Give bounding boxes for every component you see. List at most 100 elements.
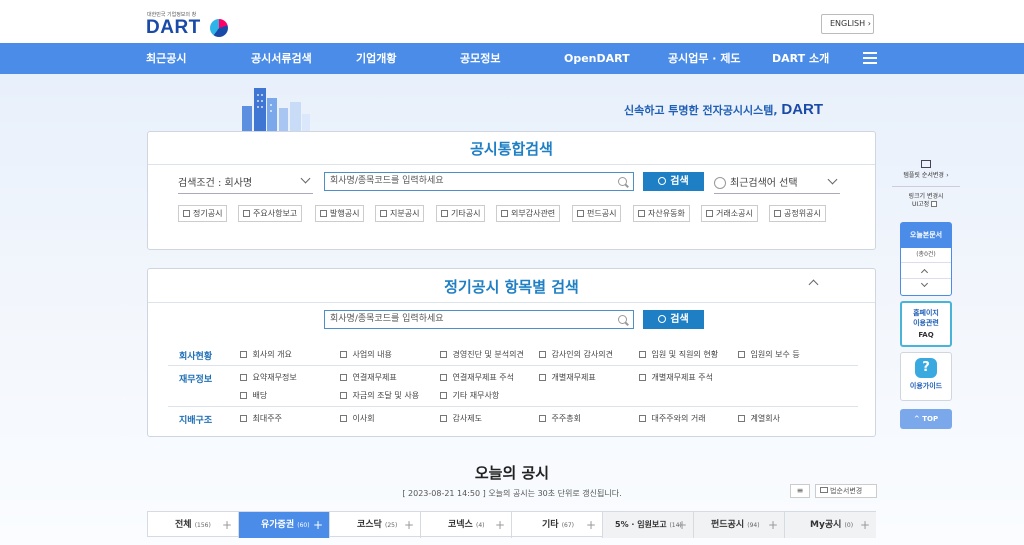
item-company-overview[interactable]: 회사의 개요 bbox=[240, 349, 292, 360]
item-consolidated[interactable]: 연결재무제표 bbox=[340, 372, 397, 383]
divider bbox=[168, 365, 858, 366]
item-funding[interactable]: 자금의 조달 및 사용 bbox=[340, 390, 419, 401]
ui-fix-toggle[interactable]: 링크기 변경시 UI고정 bbox=[895, 193, 957, 209]
item-separate[interactable]: 개별재무제표 bbox=[539, 372, 596, 383]
item-related-transactions[interactable]: 대주주와의 거래 bbox=[639, 413, 706, 424]
periodic-search-input[interactable]: 회사명/종목코드를 입력하세요 bbox=[324, 310, 634, 329]
item-label: 감사인의 감사의견 bbox=[551, 350, 613, 359]
nav-item-doc-search[interactable]: 공시서류검색 bbox=[251, 43, 312, 74]
nav-item-opendart[interactable]: OpenDART bbox=[564, 43, 630, 74]
search-condition-select[interactable]: 검색조건 : 회사명 bbox=[178, 173, 313, 194]
menu-icon[interactable] bbox=[863, 52, 877, 64]
dart-logo[interactable]: 대한민국 기업정보의 창 DART bbox=[146, 11, 236, 38]
checkbox-icon bbox=[738, 351, 745, 358]
template-order-button[interactable]: 템플릿 순서변경 › bbox=[895, 160, 957, 179]
integrated-search-input[interactable]: 회사명/종목코드를 입력하세요 bbox=[324, 172, 634, 191]
tab-all[interactable]: 전체 (156) + bbox=[148, 512, 239, 538]
checkbox-icon bbox=[706, 210, 713, 217]
chevron-down-icon bbox=[300, 173, 311, 184]
tab-count: (156) bbox=[194, 522, 211, 529]
today-viewed-count: (총0건) bbox=[901, 248, 951, 263]
top-button[interactable]: ^ TOP bbox=[900, 409, 952, 429]
item-business[interactable]: 사업의 내용 bbox=[340, 349, 392, 360]
item-auditor-opinion[interactable]: 감사인의 감사의견 bbox=[539, 349, 613, 360]
scroll-up-button[interactable] bbox=[901, 263, 951, 279]
filter-audit[interactable]: 외부감사관련 bbox=[496, 205, 561, 222]
filter-fund[interactable]: 펀드공시 bbox=[572, 205, 622, 222]
search-input-placeholder: 회사명/종목코드를 입력하세요 bbox=[330, 176, 444, 186]
tab-five-percent[interactable]: 5% · 임원보고 (14) + bbox=[603, 512, 694, 538]
filter-ftc[interactable]: 공정위공시 bbox=[769, 205, 826, 222]
divider bbox=[892, 186, 960, 187]
slogan: 신속하고 투명한 전자공시시스템, DART bbox=[624, 101, 823, 118]
order-change-button[interactable]: 법순서변경 bbox=[815, 484, 877, 498]
tab-konex[interactable]: 코넥스 (4) + bbox=[421, 512, 512, 538]
filter-label: 주요사항보고 bbox=[253, 209, 298, 218]
nav-item-system[interactable]: 공시업무 · 제도 bbox=[668, 43, 741, 74]
item-label: 주주총회 bbox=[551, 414, 581, 423]
periodic-search-button[interactable]: 검색 bbox=[643, 310, 704, 329]
filter-other[interactable]: 기타공시 bbox=[436, 205, 486, 222]
item-exec-pay[interactable]: 임원의 보수 등 bbox=[738, 349, 800, 360]
buildings-illustration bbox=[242, 88, 310, 132]
checkbox-icon bbox=[240, 374, 247, 381]
checkbox-icon bbox=[577, 210, 584, 217]
nav-item-offering[interactable]: 공모정보 bbox=[460, 43, 500, 74]
tab-kosdaq[interactable]: 코스닥 (25) + bbox=[330, 512, 421, 538]
item-mda[interactable]: 경영진단 및 분석의견 bbox=[440, 349, 524, 360]
item-label: 회사의 개요 bbox=[252, 350, 292, 359]
checkbox-icon bbox=[931, 201, 938, 207]
list-view-icon[interactable]: ≡ bbox=[790, 484, 810, 498]
homepage-faq-button[interactable]: 홈페이지 이용관련 FAQ bbox=[900, 301, 952, 347]
search-button-label: 검색 bbox=[670, 314, 689, 325]
tab-label: 펀드공시 bbox=[711, 520, 745, 530]
checkbox-icon bbox=[539, 415, 546, 422]
item-board[interactable]: 이사회 bbox=[340, 413, 375, 424]
item-affiliates[interactable]: 계열회사 bbox=[738, 413, 780, 424]
nav-item-recent[interactable]: 최근공시 bbox=[146, 43, 186, 74]
filter-exchange[interactable]: 거래소공시 bbox=[701, 205, 758, 222]
nav-item-about[interactable]: DART 소개 bbox=[772, 43, 829, 74]
filter-label: 지분공시 bbox=[390, 209, 420, 218]
checkbox-icon bbox=[340, 351, 347, 358]
item-summary-fin[interactable]: 요약재무정보 bbox=[240, 372, 297, 383]
filter-issue[interactable]: 발행공시 bbox=[315, 205, 365, 222]
category-finance: 재무정보 bbox=[179, 375, 213, 385]
item-separate-notes[interactable]: 개별재무제표 주석 bbox=[639, 372, 713, 383]
logo-emblem-icon bbox=[210, 19, 228, 37]
item-other-fin[interactable]: 기타 재무사항 bbox=[440, 390, 499, 401]
item-audit-system[interactable]: 감사제도 bbox=[440, 413, 482, 424]
faq-label-3: FAQ bbox=[918, 331, 934, 339]
nav-item-company[interactable]: 기업개황 bbox=[356, 43, 396, 74]
tab-count: (0) bbox=[844, 522, 854, 529]
tab-label: 기타 bbox=[542, 520, 559, 530]
tab-count: (67) bbox=[561, 522, 575, 529]
recent-search-select[interactable]: 최근검색어 선택 bbox=[714, 174, 840, 194]
tab-kospi[interactable]: 유가증권 (60) + bbox=[239, 512, 330, 538]
tab-my[interactable]: My공시 (0) + bbox=[785, 512, 876, 538]
english-button[interactable]: ENGLISH › bbox=[821, 14, 874, 34]
filter-major[interactable]: 주요사항보고 bbox=[238, 205, 303, 222]
tab-other[interactable]: 기타 (67) + bbox=[512, 512, 603, 538]
item-dividend[interactable]: 배당 bbox=[240, 390, 267, 401]
item-executives[interactable]: 임원 및 직원의 현황 bbox=[639, 349, 718, 360]
scroll-down-button[interactable] bbox=[901, 279, 951, 295]
filter-periodic[interactable]: 정기공시 bbox=[178, 205, 228, 222]
item-shareholder-meeting[interactable]: 주주총회 bbox=[539, 413, 581, 424]
checkbox-icon bbox=[441, 210, 448, 217]
item-consolidated-notes[interactable]: 연결재무제표 주석 bbox=[440, 372, 514, 383]
checkbox-icon bbox=[638, 210, 645, 217]
item-label: 개별재무제표 주석 bbox=[651, 373, 713, 382]
filter-securitization[interactable]: 자산유동화 bbox=[633, 205, 690, 222]
filter-equity[interactable]: 지분공시 bbox=[375, 205, 425, 222]
item-major-holder[interactable]: 최대주주 bbox=[240, 413, 282, 424]
tab-count: (94) bbox=[747, 522, 760, 529]
user-guide-button[interactable]: ? 이용가이드 bbox=[900, 352, 952, 401]
tab-fund[interactable]: 펀드공시 (94) + bbox=[694, 512, 785, 538]
template-order-label: 템플릿 순서변경 bbox=[903, 172, 944, 179]
top-label: TOP bbox=[922, 415, 939, 423]
integrated-search-button[interactable]: 검색 bbox=[643, 172, 704, 191]
english-button-label: ENGLISH bbox=[830, 19, 866, 28]
ui-fix-label-2: UI고정 bbox=[911, 201, 930, 208]
tab-label: 코넥스 bbox=[448, 520, 473, 530]
